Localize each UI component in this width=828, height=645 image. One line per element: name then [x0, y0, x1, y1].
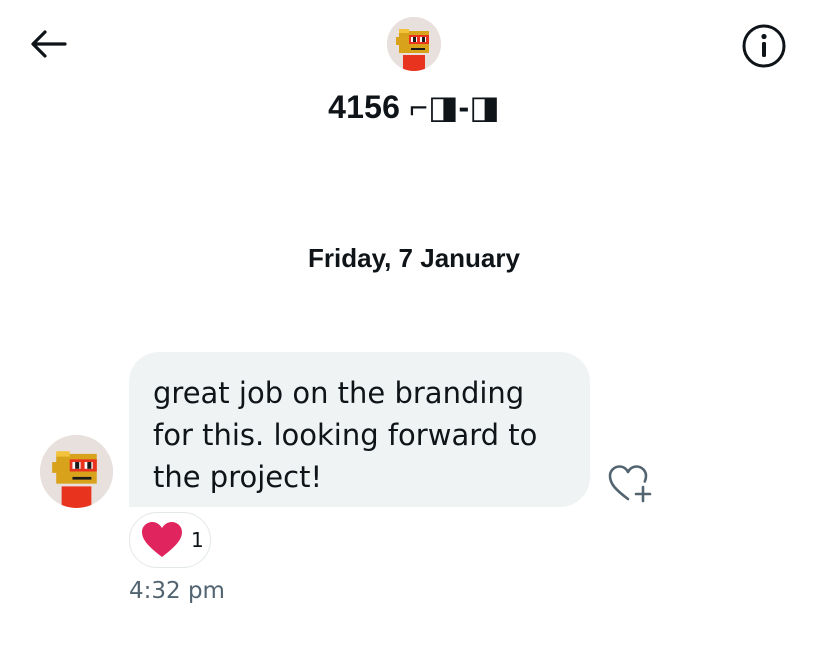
heart-plus-icon [608, 465, 652, 503]
sender-avatar[interactable] [40, 435, 113, 508]
reaction-pill[interactable]: 1 [129, 512, 211, 568]
back-button[interactable] [26, 24, 70, 64]
info-circle-icon [742, 24, 786, 68]
avatar-image [387, 17, 441, 71]
date-separator: Friday, 7 January [308, 243, 520, 273]
arrow-left-icon [31, 30, 67, 58]
add-reaction-button[interactable] [604, 462, 656, 506]
message-text: great job on the branding for this. look… [153, 376, 538, 494]
reaction-count: 1 [191, 528, 204, 552]
heart-icon [142, 522, 182, 557]
info-button[interactable] [740, 22, 788, 70]
conversation-title: 4156 ⌐◨-◨ [328, 89, 500, 125]
avatar-image [40, 435, 113, 508]
message-timestamp: 4:32 pm [129, 578, 225, 604]
header-avatar[interactable] [387, 17, 441, 71]
message-bubble[interactable]: great job on the branding for this. look… [129, 352, 590, 507]
